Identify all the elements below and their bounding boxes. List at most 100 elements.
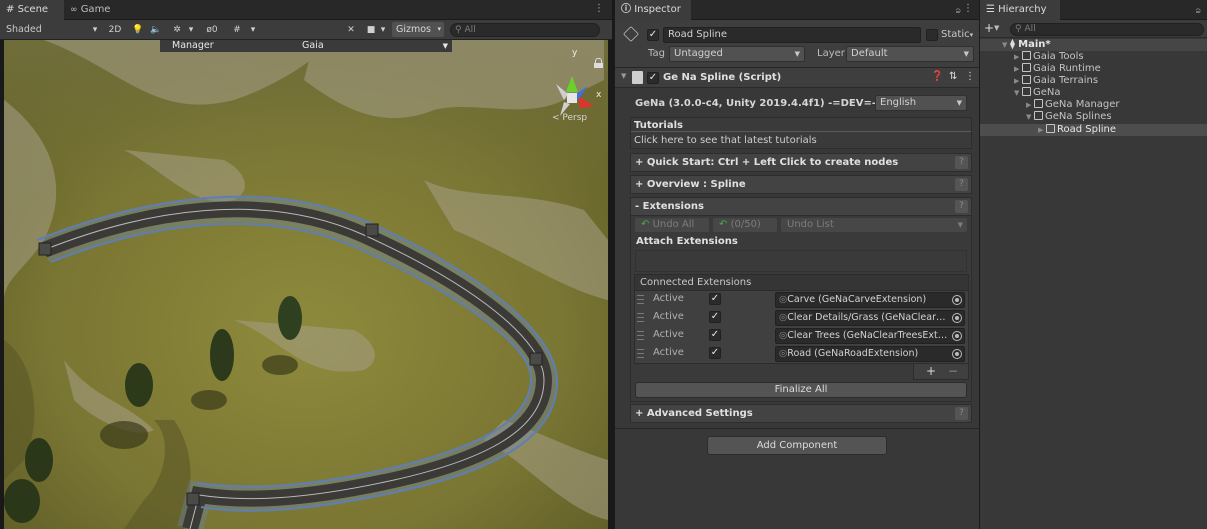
tag-dropdown[interactable]: Untagged ▼ [669,46,805,62]
drag-handle-icon[interactable] [637,295,644,304]
foldout-arrow-icon[interactable]: ▶ [1026,99,1034,111]
hierarchy-item-road-spline[interactable]: ▶ Road Spline [1038,124,1116,136]
help-icon[interactable]: ? [955,200,968,213]
inspector-panel: ⓘ Inspector ခ ⋮ ✓ Road Spline Static▾ Ta… [614,0,980,529]
tab-scene[interactable]: # Scene [0,0,64,20]
presets-icon[interactable]: ⇅ [949,71,957,82]
extension-row[interactable]: Active ✓ ◎Carve (GeNaCarveExtension) [635,291,967,309]
tools-icon[interactable]: ✕ [344,23,358,37]
foldout-arrow-icon[interactable]: ▶ [1014,63,1022,75]
hierarchy-item-gena[interactable]: ▼ GeNa [1014,87,1061,99]
grid-icon[interactable]: # [230,23,244,37]
foldout-arrow-icon[interactable]: ▶ [1014,75,1022,87]
foldout-arrow-icon[interactable]: ▼ [621,72,626,80]
attach-extensions-area[interactable] [635,250,967,272]
static-dropdown[interactable]: Static▾ [941,29,973,40]
help-icon[interactable]: ? [955,178,968,191]
foldout-arrow-icon[interactable]: ▶ [1038,124,1046,136]
context-chevron-icon[interactable]: ▼ [443,40,448,52]
hierarchy-item-gaia-runtime[interactable]: ▶ Gaia Runtime [1014,63,1101,75]
camera-icon[interactable]: ■ [364,23,378,37]
hierarchy-item-gaia-terrains[interactable]: ▶ Gaia Terrains [1014,75,1098,87]
extension-checkbox[interactable]: ✓ [709,347,721,359]
foldout-arrow-icon[interactable]: ▼ [1014,87,1022,99]
gameobject-icon[interactable] [623,26,639,42]
gizmos-dropdown[interactable]: Gizmos ▾ [392,22,444,37]
2d-toggle[interactable]: 2D [106,23,124,37]
static-checkbox[interactable] [926,29,938,41]
drag-handle-icon[interactable] [637,331,644,340]
chevron-down-icon[interactable]: ▼ [994,24,999,32]
hierarchy-item-gaia-tools[interactable]: ▶ Gaia Tools [1014,51,1084,63]
panel-menu-icon[interactable]: ⋮ [594,3,604,14]
hierarchy-search-input[interactable]: ⚲ All [1010,23,1204,36]
shading-chevron-icon[interactable]: ▾ [90,23,100,37]
shading-mode-dropdown[interactable]: Shaded [6,23,42,37]
extension-checkbox[interactable]: ✓ [709,293,721,305]
object-name-field[interactable]: Road Spline [663,27,921,43]
extension-row[interactable]: Active ✓ ◎Road (GeNaRoadExtension) [635,345,967,363]
gameobject-icon [1022,87,1031,96]
tab-game[interactable]: ∞ Game [64,0,124,20]
foldout-arrow-icon[interactable]: ▼ [1026,111,1034,123]
component-enabled-checkbox[interactable]: ✓ [647,72,659,84]
layer-dropdown[interactable]: Default ▼ [846,46,974,62]
extension-checkbox[interactable]: ✓ [709,311,721,323]
drag-handle-icon[interactable] [637,313,644,322]
extension-checkbox[interactable]: ✓ [709,329,721,341]
lock-icon[interactable] [594,58,604,68]
extension-object-field[interactable]: ◎Clear Trees (GeNaClearTreesExtens [775,328,965,344]
extension-row[interactable]: Active ✓ ◎Clear Details/Grass (GeNaClear… [635,309,967,327]
advanced-settings-section[interactable]: + Advanced Settings ? [630,404,972,423]
tutorials-link[interactable]: Click here to see that latest tutorials [634,135,817,146]
help-icon[interactable]: ? [955,407,968,420]
create-button[interactable]: + [984,21,994,35]
effects-icon[interactable]: ✲ [170,23,184,37]
overview-section[interactable]: + Overview : Spline ? [630,175,972,194]
undo-list-dropdown[interactable]: Undo List ▼ [781,218,967,232]
remove-extension-button[interactable]: − [948,364,958,378]
scene-search-input[interactable]: ⚲ All [450,23,600,37]
extension-object-field[interactable]: ◎Clear Details/Grass (GeNaClearDeta [775,310,965,326]
add-component-button[interactable]: Add Component [707,436,887,455]
lighting-icon[interactable]: 💡 [132,23,144,37]
foldout-arrow-icon[interactable]: ▼ [1002,39,1010,51]
extension-object-field[interactable]: ◎Carve (GeNaCarveExtension) [775,292,965,308]
scene-viewport[interactable]: < Persp y x [4,40,608,529]
undo-all-button[interactable]: ↶ Undo All [635,218,709,232]
drag-handle-icon[interactable] [637,349,644,358]
extension-object-field[interactable]: ◎Road (GeNaRoadExtension) [775,346,965,362]
inspector-tabbar: ⓘ Inspector ခ ⋮ [615,0,979,20]
add-extension-button[interactable]: + [926,364,936,378]
object-picker-icon[interactable] [952,295,962,305]
language-dropdown[interactable]: English ▼ [875,95,967,111]
active-checkbox[interactable]: ✓ [647,29,659,41]
object-picker-icon[interactable] [952,331,962,341]
lock-icon[interactable]: ခ [955,3,961,18]
panel-menu-icon[interactable]: ⋮ [963,3,973,14]
component-header[interactable]: ▼ ✓ Ge Na Spline (Script) ❓ ⇅ ⋮ [615,68,979,88]
perspective-label[interactable]: < Persp [552,113,587,123]
hidden-objects-toggle[interactable]: ø0 [200,23,224,37]
tab-hierarchy[interactable]: ☰ Hierarchy [980,0,1060,20]
foldout-arrow-icon[interactable]: ▶ [1014,51,1022,63]
finalize-all-button[interactable]: Finalize All [635,382,967,398]
extension-row[interactable]: Active ✓ ◎Clear Trees (GeNaClearTreesExt… [635,327,967,345]
component-menu-icon[interactable]: ⋮ [965,71,975,82]
object-picker-icon[interactable] [952,313,962,323]
lock-icon[interactable]: ခ [1195,3,1201,18]
audio-icon[interactable]: 🔈 [150,23,162,37]
grid-chevron-icon[interactable]: ▾ [248,23,258,37]
quick-start-section[interactable]: + Quick Start: Ctrl + Left Click to crea… [630,153,972,172]
effects-chevron-icon[interactable]: ▾ [186,23,196,37]
hierarchy-item-main[interactable]: ▼ ⧫ Main* [1002,39,1051,51]
undo-step-button[interactable]: ↶ (0/50) [713,218,777,232]
camera-chevron-icon[interactable]: ▾ [378,23,388,37]
tab-inspector[interactable]: ⓘ Inspector [615,0,691,20]
help-icon[interactable]: ❓ [931,71,943,82]
help-icon[interactable]: ? [955,156,968,169]
hierarchy-item-gena-manager[interactable]: ▶ GeNa Manager [1026,99,1120,111]
object-picker-icon[interactable] [952,349,962,359]
hierarchy-item-gena-splines[interactable]: ▼ GeNa Splines [1026,111,1112,123]
extensions-section[interactable]: - Extensions ? [630,197,972,216]
